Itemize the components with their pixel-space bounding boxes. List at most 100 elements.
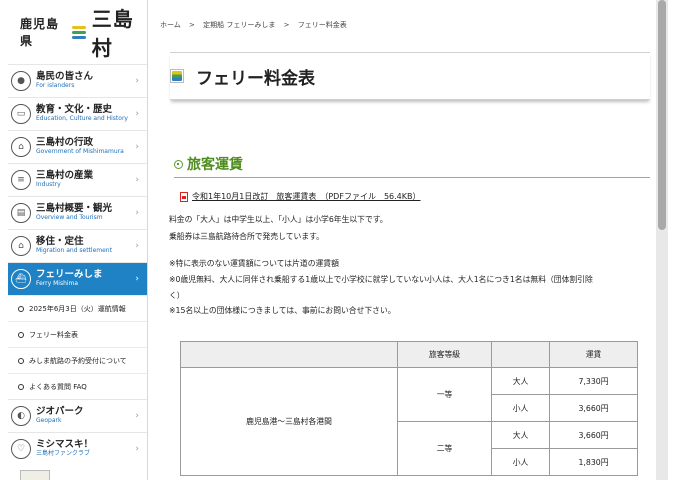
ferry-icon: ⛴ <box>11 269 31 289</box>
industry-icon: ≡ <box>11 170 31 190</box>
nav-sublabel: 三島村ファンクラブ <box>36 450 91 458</box>
subnav-item-fare-table[interactable]: フェリー料金表 <box>8 321 147 347</box>
nav-label: フェリーみしま <box>36 268 103 280</box>
pdf-link-text: 令和1年10月1日改訂 旅客運賃表 （PDFファイル 56.4KB） <box>192 192 421 201</box>
page-title-box: フェリー料金表 <box>170 52 650 100</box>
subnav-item-reservation[interactable]: みしま航路の予約受付について <box>8 347 147 373</box>
logo-mark-icon <box>71 24 86 40</box>
banner-image[interactable] <box>20 470 50 480</box>
table-header-row: 旅客等級 運賃 <box>180 341 638 368</box>
breadcrumb-separator: > <box>189 21 195 29</box>
subnav-label: フェリー料金表 <box>29 330 78 339</box>
paragraph-child-note-cont: く） <box>169 291 185 300</box>
page-title: フェリー料金表 <box>196 68 315 89</box>
nav-sublabel: Migration and settlement <box>36 247 112 255</box>
nav-item-fanclub[interactable]: ♡ ミシマスキ！ 三島村ファンクラブ › <box>8 432 147 465</box>
subnav-label: 2025年6月3日（火）運航情報 <box>29 304 126 313</box>
table-header: 旅客等級 <box>397 341 492 368</box>
chevron-right-icon: › <box>135 208 139 218</box>
table-header: 運賃 <box>549 341 638 368</box>
nav-label: ミシマスキ！ <box>36 438 94 450</box>
nav-item-islanders[interactable]: ● 島民の皆さん For islanders › <box>8 64 147 97</box>
site-logo[interactable]: 鹿児島県 三島村 <box>0 0 147 64</box>
nav-sublabel: Education, Culture and History <box>36 115 128 123</box>
fare-table: 旅客等級 運賃 鹿児島港～三島村各港間 一等 大人 7,330円 小人 3,66… <box>180 341 638 476</box>
nav-label: 島民の皆さん <box>36 70 94 82</box>
chevron-right-icon: › <box>135 142 139 152</box>
pdf-download-link[interactable]: 令和1年10月1日改訂 旅客運賃表 （PDFファイル 56.4KB） <box>180 191 421 202</box>
nav-sublabel: Ferry Mishima <box>36 280 79 288</box>
sidebar: 鹿児島県 三島村 ● 島民の皆さん For islanders › ▭ 教育・文化… <box>0 0 148 480</box>
nav-label: 教育・文化・歴史 <box>36 103 113 115</box>
nav-item-geopark[interactable]: ◐ ジオパーク Geopark › <box>8 399 147 432</box>
circle-arrow-icon <box>174 159 183 169</box>
paragraph-group-note: ※15名以上の団体様につきましては、事前にお問い合せ下さい。 <box>169 306 396 315</box>
chevron-right-icon: › <box>135 241 139 251</box>
nav-item-government[interactable]: ⌂ 三島村の行政 Government of Mishimamura › <box>8 130 147 163</box>
passenger-type-cell: 小人 <box>491 394 550 422</box>
breadcrumb-home[interactable]: ホーム <box>160 21 181 29</box>
club-icon: ♡ <box>11 439 31 459</box>
chevron-right-icon: › <box>135 76 139 86</box>
book-icon: ▭ <box>11 104 31 124</box>
class-cell: 二等 <box>397 421 492 476</box>
breadcrumb-current: フェリー料金表 <box>297 21 347 29</box>
house-icon: ⌂ <box>11 236 31 256</box>
paragraph-ticket-note: 乗船券は三島航路待合所で発売しています。 <box>169 232 324 241</box>
pdf-icon <box>180 191 188 202</box>
nav-item-migration[interactable]: ⌂ 移住・定住 Migration and settlement › <box>8 229 147 262</box>
fare-cell: 3,660円 <box>549 421 638 449</box>
paragraph-fare-note: 料金の「大人」は中学生以上、「小人」は小学6年生以下です。 <box>169 215 388 224</box>
chevron-right-icon: › <box>135 444 139 454</box>
chevron-right-icon: › <box>135 109 139 119</box>
nav-sublabel: Industry <box>36 181 61 189</box>
logo-prefix: 鹿児島県 <box>20 17 60 48</box>
tourism-icon: ▤ <box>11 203 31 223</box>
scrollbar-thumb[interactable] <box>658 0 666 230</box>
breadcrumb: ホーム > 定期船 フェリーみしま > フェリー料金表 <box>160 20 353 30</box>
fare-cell: 3,660円 <box>549 394 638 422</box>
fare-cell: 7,330円 <box>549 367 638 395</box>
government-icon: ⌂ <box>11 137 31 157</box>
scrollbar[interactable] <box>656 0 668 480</box>
nav-label: 三島村の産業 <box>36 169 94 181</box>
nav-item-ferry[interactable]: ⛴ フェリーみしま Ferry Mishima › <box>8 262 147 295</box>
logo-name: 三島村 <box>91 7 134 60</box>
nav-label: 三島村の行政 <box>36 136 94 148</box>
class-cell: 一等 <box>397 367 492 422</box>
section-title: 旅客運賃 <box>187 157 243 173</box>
section-heading: 旅客運賃 <box>174 151 650 178</box>
nav-item-education[interactable]: ▭ 教育・文化・歴史 Education, Culture and History… <box>8 97 147 130</box>
bullet-icon <box>18 331 24 338</box>
passenger-type-cell: 大人 <box>491 367 550 395</box>
table-row: 鹿児島港～三島村各港間 一等 大人 7,330円 <box>180 367 638 476</box>
breadcrumb-ferry[interactable]: 定期船 フェリーみしま <box>203 21 275 29</box>
nav-sublabel: Geopark <box>36 417 62 425</box>
nav-label: 移住・定住 <box>36 235 84 247</box>
nav-sublabel: Overview and Tourism <box>36 214 103 222</box>
paragraph-child-note: ※0歳児無料、大人に同伴され乗船する1歳以上で小学校に就学していない小人は、大人… <box>169 275 593 284</box>
subnav-item-operation-info[interactable]: 2025年6月3日（火）運航情報 <box>8 295 147 321</box>
nav-label: 三島村概要・観光 <box>36 202 113 214</box>
bullet-icon <box>18 305 24 312</box>
mishima-logo-icon <box>170 69 184 83</box>
subnav-item-faq[interactable]: よくある質問 FAQ <box>8 373 147 399</box>
fare-cell: 1,830円 <box>549 448 638 476</box>
people-icon: ● <box>11 71 31 91</box>
page: 鹿児島県 三島村 ● 島民の皆さん For islanders › ▭ 教育・文化… <box>0 0 680 480</box>
nav-item-industry[interactable]: ≡ 三島村の産業 Industry › <box>8 163 147 196</box>
nav-sublabel: For islanders <box>36 82 75 90</box>
geopark-icon: ◐ <box>11 406 31 426</box>
nav-sublabel: Government of Mishimamura <box>36 148 124 156</box>
table-header <box>491 341 550 368</box>
subnav-label: よくある質問 FAQ <box>29 382 87 391</box>
chevron-right-icon: › <box>135 411 139 421</box>
bullet-icon <box>18 357 24 364</box>
table-header <box>180 341 398 368</box>
subnav-label: みしま航路の予約受付について <box>29 356 127 365</box>
breadcrumb-separator: > <box>283 21 290 29</box>
nav-label: ジオパーク <box>36 405 84 417</box>
chevron-right-icon: › <box>135 175 139 185</box>
nav-item-tourism[interactable]: ▤ 三島村概要・観光 Overview and Tourism › <box>8 196 147 229</box>
main-content: ホーム > 定期船 フェリーみしま > フェリー料金表 フェリー料金表 旅客運賃… <box>148 0 668 480</box>
